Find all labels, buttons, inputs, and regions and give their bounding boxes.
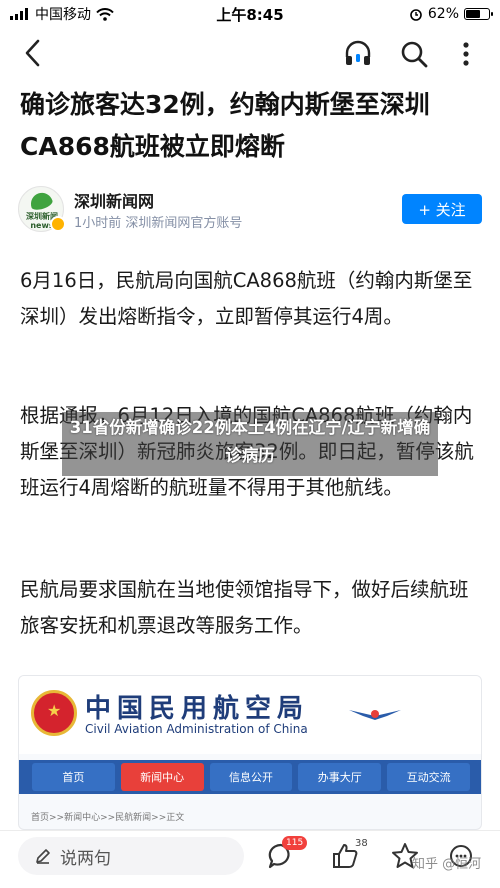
caac-tab-news: 新闻中心 — [120, 763, 204, 791]
caac-tab-interaction: 互动交流 — [387, 763, 470, 791]
signal-icon — [10, 8, 28, 20]
comment-placeholder: 说两句 — [60, 848, 111, 869]
headphones-icon[interactable] — [342, 38, 374, 70]
comment-input[interactable]: 说两句 — [18, 837, 244, 875]
national-emblem-icon: ★ — [31, 690, 77, 736]
caac-tab-service: 办事大厅 — [298, 763, 382, 791]
bottom-action-bar: 说两句 115 38 知乎 @恒河 — [0, 830, 500, 888]
caac-breadcrumb: 首页>>新闻中心>>民航新闻>>正文 — [31, 813, 185, 823]
pencil-icon — [36, 849, 50, 864]
battery-percent: 62% — [427, 6, 459, 22]
caac-title-cn: 中国民用航空局 — [85, 694, 310, 724]
caption-overlay: 31省份新增确诊22例本土4例在辽宁/辽宁新增确诊病历 — [69, 418, 431, 465]
battery-icon — [464, 8, 493, 20]
search-icon[interactable] — [398, 38, 430, 70]
article-paragraph: 民航局要求国航在当地使领馆指导下，做好后续航班旅客安抚和机票退改等服务工作。 — [20, 578, 469, 637]
status-time: 上午8:45 — [216, 5, 284, 24]
carrier-name: 中国移动 — [35, 7, 91, 23]
star-icon: ★ — [47, 701, 62, 720]
comment-count-badge: 115 — [282, 836, 308, 850]
like-count: 38 — [355, 838, 368, 849]
author-row: 深圳新闻 news 深圳新闻网 1小时前 深圳新闻网官方账号 + 关注 — [18, 186, 482, 234]
back-icon[interactable] — [18, 36, 48, 70]
caac-wings-logo-icon — [349, 710, 401, 720]
article-title: 确诊旅客达32例，约翰内斯堡至深圳CA868航班被立即熔断 — [20, 90, 430, 161]
caac-tab-home: 首页 — [32, 763, 115, 791]
wifi-icon — [96, 7, 114, 21]
leaf-logo-icon — [28, 189, 54, 213]
caac-header: ★ 中国民用航空局 Civil Aviation Administration … — [19, 676, 481, 754]
watermark: 知乎 @恒河 — [412, 857, 482, 872]
alarm-icon — [410, 9, 422, 21]
verified-badge-icon — [50, 216, 66, 232]
caac-title-en: Civil Aviation Administration of China — [85, 722, 308, 736]
author-meta: 1小时前 深圳新闻网官方账号 — [74, 216, 243, 231]
follow-button[interactable]: + 关注 — [402, 194, 482, 224]
article-image[interactable]: ★ 中国民用航空局 Civil Aviation Administration … — [18, 675, 482, 830]
caac-nav: 首页 新闻中心 信息公开 办事大厅 互动交流 — [19, 760, 481, 794]
caac-tab-info: 信息公开 — [209, 763, 293, 791]
top-nav — [0, 30, 500, 76]
author-name[interactable]: 深圳新闻网 — [74, 188, 154, 212]
more-icon[interactable] — [450, 38, 482, 70]
article-paragraph: 6月16日，民航局向国航CA868航班（约翰内斯堡至深圳）发出熔断指令，立即暂停… — [20, 269, 473, 328]
status-bar: 中国移动 上午8:45 62% — [0, 0, 500, 28]
battery-level — [466, 10, 480, 18]
